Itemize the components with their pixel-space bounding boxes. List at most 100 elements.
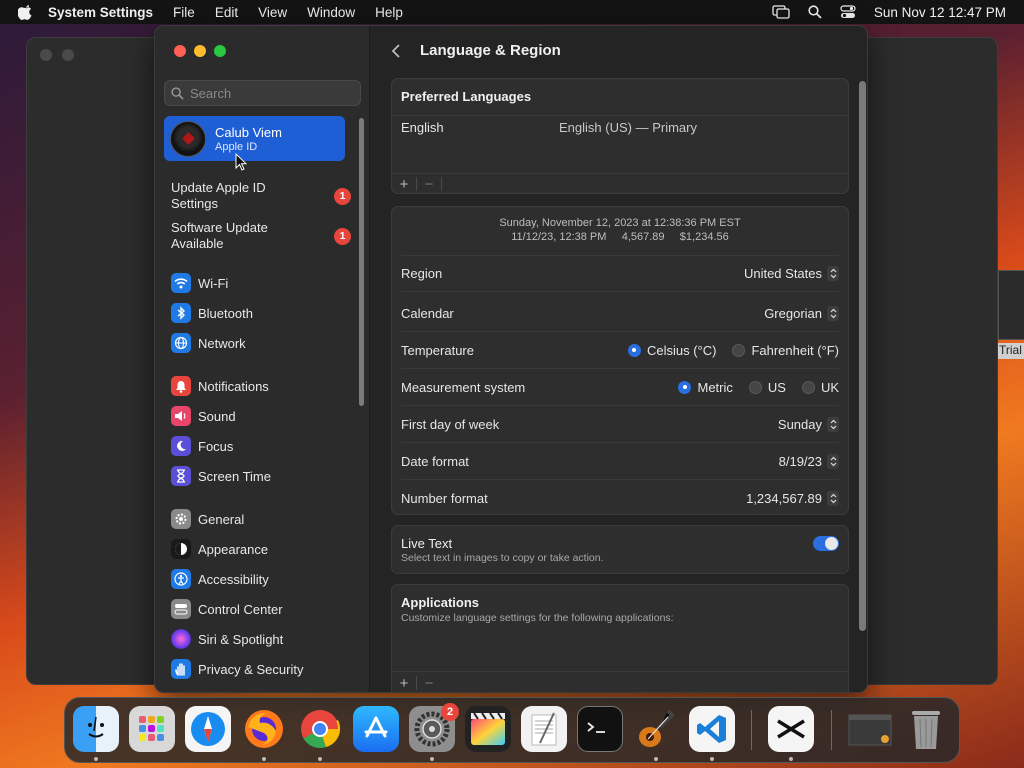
control-center-icon[interactable] (840, 5, 856, 19)
date-format-select[interactable]: 8/19/23 (779, 453, 839, 469)
number-format-row: Number format 1,234,567.89 (401, 488, 839, 508)
system-settings-icon[interactable]: 2 (409, 703, 459, 752)
menu-help[interactable]: Help (375, 5, 403, 20)
hand-icon (171, 659, 191, 679)
sidebar-item-accessibility[interactable]: Accessibility (171, 568, 269, 590)
menu-clock[interactable]: Sun Nov 12 12:47 PM (874, 5, 1006, 20)
sidebar-scrollbar[interactable] (359, 118, 364, 406)
garageband-icon[interactable] (633, 706, 679, 752)
sidebar-item-wifi[interactable]: Wi-Fi (171, 272, 228, 294)
minimize-button[interactable] (194, 45, 206, 57)
sidebar-item-control-center[interactable]: Control Center (171, 598, 283, 620)
final-cut-icon[interactable] (465, 706, 511, 752)
remove-application-button[interactable]: − (417, 675, 441, 692)
divider (401, 255, 839, 256)
first-day-select[interactable]: Sunday (777, 416, 839, 432)
menu-view[interactable]: View (258, 5, 287, 20)
region-select[interactable]: United States (744, 265, 839, 281)
updown-chevron-icon (827, 416, 839, 432)
number-format-select[interactable]: 1,234,567.89 (746, 490, 839, 506)
radio-unselected (801, 380, 815, 394)
sidebar-item-siri-spotlight[interactable]: Siri & Spotlight (171, 628, 283, 650)
menu-window[interactable]: Window (307, 5, 355, 20)
add-application-button[interactable]: + (392, 675, 416, 692)
sidebar-item-screen-time[interactable]: Screen Time (171, 465, 271, 487)
sidebar-item-label: Notifications (198, 378, 269, 394)
safari-icon[interactable] (185, 706, 231, 752)
chrome-icon[interactable] (297, 706, 343, 752)
menu-app-name[interactable]: System Settings (48, 5, 153, 20)
sidebar-item-network[interactable]: Network (171, 332, 246, 354)
remove-language-button[interactable]: − (417, 176, 441, 193)
language-detail: English (US) — Primary (559, 119, 697, 135)
measurement-uk-radio[interactable]: UK (801, 380, 839, 395)
first-day-value: Sunday (777, 416, 822, 432)
software-update-notice[interactable]: Software Update Available 1 (171, 220, 351, 252)
capcut-icon[interactable] (768, 706, 814, 752)
divider (401, 368, 839, 369)
page-title: Language & Region (420, 42, 561, 59)
account-name: Calub Viem (215, 124, 282, 140)
divider (401, 479, 839, 480)
screen-mirroring-icon[interactable] (772, 5, 790, 19)
running-indicator (94, 757, 98, 761)
live-text-toggle[interactable] (813, 536, 839, 551)
back-chevron-icon[interactable] (390, 43, 404, 59)
system-settings-window: Calub Viem Apple ID Update Apple ID Sett… (154, 25, 868, 693)
sidebar-item-general[interactable]: General (171, 508, 244, 530)
apple-menu-icon[interactable] (18, 4, 34, 20)
divider (392, 173, 848, 174)
temperature-fahrenheit-radio[interactable]: Fahrenheit (°F) (732, 343, 839, 358)
downloads-icon[interactable] (847, 706, 893, 752)
search-input[interactable] (190, 85, 350, 101)
terminal-icon[interactable] (577, 706, 623, 752)
applications-description: Customize language settings for the foll… (401, 612, 674, 624)
content-pane: Language & Region Preferred Languages En… (371, 26, 867, 692)
account-subtitle: Apple ID (215, 140, 258, 153)
language-row-english[interactable]: English English (US) — Primary (401, 117, 839, 137)
close-button[interactable] (174, 45, 186, 57)
menu-file[interactable]: File (173, 5, 195, 20)
temperature-celsius-radio[interactable]: Celsius (°C) (627, 343, 716, 358)
running-indicator (318, 757, 322, 761)
trash-icon[interactable] (903, 706, 949, 752)
menu-edit[interactable]: Edit (215, 5, 238, 20)
running-indicator (262, 757, 266, 761)
bg-minimize-button[interactable] (62, 49, 74, 61)
measurement-us-radio[interactable]: US (748, 379, 786, 395)
background-window-edge (998, 270, 1024, 340)
spotlight-search-icon[interactable] (808, 5, 822, 19)
dock-separator (831, 710, 832, 750)
format-preview-numbers: 11/12/23, 12:38 PM 4,567.89 $1,234.56 (511, 231, 729, 243)
sidebar-item-bluetooth[interactable]: Bluetooth (171, 302, 253, 324)
sidebar-item-notifications[interactable]: Notifications (171, 375, 269, 397)
radio-label: Fahrenheit (°F) (751, 342, 839, 358)
update-apple-id-notice[interactable]: Update Apple ID Settings 1 (171, 180, 351, 212)
search-field[interactable] (164, 80, 361, 106)
finder-icon[interactable] (73, 706, 119, 752)
app-store-icon[interactable] (353, 706, 399, 752)
sidebar-item-sound[interactable]: Sound (171, 405, 236, 427)
vscode-icon[interactable] (689, 706, 735, 752)
live-text-description: Select text in images to copy or take ac… (401, 552, 604, 564)
zoom-button[interactable] (214, 45, 226, 57)
bg-close-button[interactable] (40, 49, 52, 61)
firefox-icon[interactable] (241, 706, 287, 752)
measurement-metric-radio[interactable]: Metric (678, 379, 733, 395)
textedit-icon[interactable] (521, 706, 567, 752)
radio-label: Metric (697, 379, 733, 395)
sidebar-item-focus[interactable]: Focus (171, 435, 233, 457)
apple-id-account[interactable]: Calub Viem Apple ID (164, 116, 345, 161)
updown-chevron-icon (827, 265, 839, 281)
first-day-label: First day of week (401, 416, 500, 432)
date-format-row: Date format 8/19/23 (401, 451, 839, 471)
add-language-button[interactable]: + (392, 176, 416, 193)
sidebar-item-appearance[interactable]: Appearance (171, 538, 268, 560)
content-scrollbar[interactable] (859, 81, 866, 631)
radio-label: US (767, 379, 786, 395)
sidebar-item-privacy-security[interactable]: Privacy & Security (171, 658, 303, 680)
format-preview-date: Sunday, November 12, 2023 at 12:38:36 PM… (499, 217, 741, 229)
launchpad-icon[interactable] (129, 706, 175, 752)
avatar (170, 120, 206, 157)
calendar-select[interactable]: Gregorian (764, 305, 839, 321)
